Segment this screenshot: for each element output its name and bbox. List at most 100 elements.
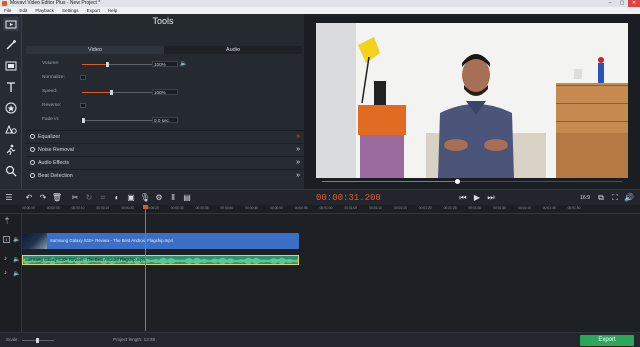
close-button[interactable]: ✕ [628, 0, 640, 7]
mute-track-icon[interactable]: 🔈 [13, 236, 20, 243]
section-noise-removal[interactable]: Noise Removal » [26, 143, 304, 155]
preview-scrubber[interactable] [322, 179, 622, 184]
filters-icon[interactable] [3, 59, 19, 73]
tool-strip [0, 14, 22, 189]
reverse-checkbox[interactable] [80, 103, 86, 108]
fade-in-value[interactable]: 0.0 sec. [152, 117, 178, 123]
speed-slider-fill [82, 92, 112, 93]
video-clip[interactable]: Samsung Galaxy S10+ Review - The Best An… [22, 233, 299, 249]
cut-icon[interactable]: ✂ [68, 191, 82, 204]
timecode-display: 00:00:31.200 [316, 193, 381, 203]
mute-audio-icon-2[interactable]: 🔈 [13, 270, 20, 277]
ruler-tick-label: 00:01:35 [493, 206, 507, 210]
section-label: Audio Effects [38, 159, 70, 166]
playhead-handle[interactable] [143, 205, 148, 209]
menu-edit[interactable]: Edit [19, 7, 27, 14]
redo-icon[interactable]: ↷ [36, 191, 50, 204]
chevron-right-icon: » [296, 159, 300, 166]
timeline-ruler[interactable]: 00:00:00 00:00:05 00:00:10 00:00:15 00:00:20… [0, 205, 640, 214]
delete-icon[interactable]: 🗑 [50, 191, 64, 204]
ruler-tick-label: 00:01:50 [567, 206, 581, 210]
menu-list-icon[interactable]: ☰ [2, 191, 16, 204]
playhead[interactable] [143, 205, 148, 331]
menu-bar: File Edit Playback Settings Export Help [0, 7, 640, 14]
scale-slider-knob[interactable] [36, 338, 39, 343]
maximize-button[interactable]: ▢ [616, 0, 628, 7]
transitions-icon[interactable] [3, 122, 19, 136]
stabilize-icon[interactable]: ▣ [124, 191, 138, 204]
settings-icon[interactable]: ⚙ [152, 191, 166, 204]
undo-icon[interactable]: ↶ [22, 191, 36, 204]
minimize-button[interactable]: – [604, 0, 616, 7]
radio-icon [30, 160, 35, 165]
volume-icon[interactable]: 🔊 [622, 191, 636, 204]
aspect-ratio-button[interactable]: 16:9 [578, 191, 592, 204]
markers-icon[interactable]: ▤ [180, 191, 194, 204]
stickers-icon[interactable] [3, 101, 19, 115]
audio-clip[interactable]: Samsung Galaxy S10+ Review - The Best An… [22, 255, 299, 265]
video-clip-name: Samsung Galaxy S10+ Review - The Best An… [50, 238, 174, 243]
track-headers: + T 1 🔈 ♪ 🔈 ♪ 🔈 [0, 214, 22, 332]
audio-clip-name: Samsung Galaxy S10+ Review - The Best An… [25, 257, 145, 262]
section-audio-effects[interactable]: Audio Effects » [26, 156, 304, 168]
menu-settings[interactable]: Settings [62, 7, 79, 14]
tab-video[interactable]: Video [26, 46, 164, 54]
scale-slider[interactable] [22, 338, 54, 343]
ruler-tick-label: 00:01:40 [518, 206, 531, 210]
previous-frame-icon[interactable]: ⏮ [456, 191, 470, 204]
speed-value[interactable]: 100% [152, 89, 178, 95]
ruler-tick-label: 00:00:40 [220, 206, 234, 210]
speaker-icon[interactable]: 🔈 [180, 60, 187, 67]
speed-slider-knob[interactable] [110, 90, 114, 95]
motion-icon[interactable] [3, 143, 19, 157]
magic-wand-icon[interactable] [3, 38, 19, 52]
export-button[interactable]: Export [580, 335, 634, 346]
music-note-icon[interactable]: ♪ [4, 256, 7, 262]
tab-audio[interactable]: Audio [164, 46, 302, 54]
section-beat-detection[interactable]: Beat Detection » [26, 169, 304, 181]
panel-tabs: Video Audio [26, 46, 302, 54]
text-track-icon[interactable]: T [5, 219, 9, 226]
menu-help[interactable]: Help [108, 7, 117, 14]
volume-value[interactable]: 100% [152, 61, 178, 67]
bottom-bar: Scale: Project length: 13:38 Export [0, 332, 640, 347]
ruler-tick-label: 00:01:20 [418, 206, 432, 210]
color-adjust-icon[interactable]: ◐ [110, 191, 124, 204]
panel-title: Tools [152, 16, 174, 26]
video-preview[interactable] [316, 23, 628, 178]
window-title: Movavi Video Editor Plus - New Project * [10, 0, 101, 6]
ruler-tick-label: 00:00:15 [96, 206, 110, 210]
video-frame-image [316, 23, 628, 178]
scrubber-knob[interactable] [455, 179, 460, 184]
ruler-tick-label: 00:00:05 [46, 206, 60, 210]
volume-slider-knob[interactable] [105, 62, 109, 67]
music-note-icon-2[interactable]: ♪ [4, 270, 7, 276]
crop-icon[interactable]: ⌗ [96, 191, 110, 204]
track-lock-icon[interactable]: 1 [3, 236, 10, 243]
menu-playback[interactable]: Playback [35, 7, 54, 14]
mute-audio-icon[interactable]: 🔈 [13, 256, 20, 263]
next-frame-icon[interactable]: ⏭ [484, 191, 498, 204]
play-icon[interactable]: ▶ [470, 191, 484, 204]
menu-export[interactable]: Export [87, 7, 100, 14]
zoom-icon[interactable] [3, 164, 19, 178]
section-equalizer[interactable]: Equalizer » [26, 130, 304, 142]
volume-slider-fill [82, 64, 108, 65]
rotate-icon[interactable]: ↻ [82, 191, 96, 204]
scale-label: Scale: [6, 337, 19, 342]
fade-in-slider-knob[interactable] [82, 118, 85, 123]
microphone-icon[interactable]: 🎙 [138, 191, 152, 204]
section-label: Equalizer [38, 133, 61, 140]
scrubber-progress [322, 181, 457, 182]
chevron-right-icon: » [296, 172, 300, 179]
detach-player-icon[interactable]: ⧉ [594, 191, 608, 204]
import-icon[interactable] [3, 17, 19, 31]
titles-icon[interactable] [3, 80, 19, 94]
fullscreen-icon[interactable]: ⛶ [608, 191, 622, 204]
normalize-checkbox[interactable] [80, 75, 86, 80]
menu-file[interactable]: File [4, 7, 11, 14]
ruler-tick-label: 00:00:55 [294, 206, 308, 210]
radio-icon [30, 173, 35, 178]
audio-levels-icon[interactable]: ⫴ [166, 191, 180, 204]
timeline-tracks: + T 1 🔈 ♪ 🔈 ♪ 🔈 Samsung Galaxy S10+ Revi… [0, 214, 640, 332]
